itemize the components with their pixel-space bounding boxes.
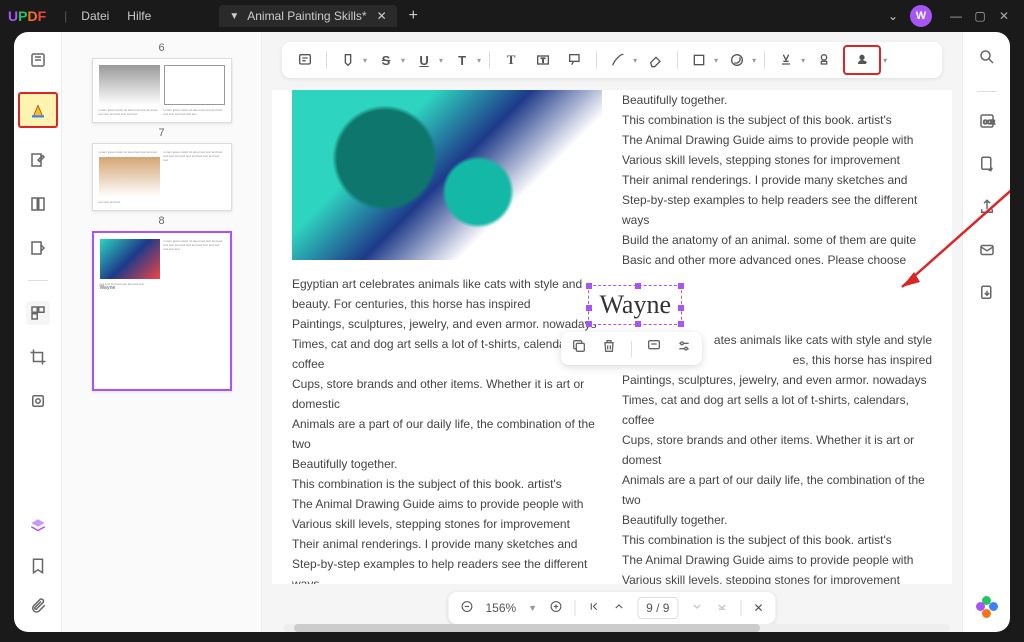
signature-box[interactable]: Wayne bbox=[588, 285, 682, 325]
stamp-tool[interactable] bbox=[773, 47, 799, 73]
zoom-in-button[interactable] bbox=[549, 600, 562, 616]
email-icon[interactable] bbox=[978, 241, 996, 264]
maximize-button[interactable]: ▢ bbox=[968, 9, 992, 23]
ocr-icon[interactable]: OCR bbox=[978, 112, 996, 135]
menu-file[interactable]: Datei bbox=[81, 9, 109, 23]
properties-button[interactable] bbox=[676, 338, 692, 359]
menu-help[interactable]: Hilfe bbox=[127, 9, 151, 23]
right-sidebar: OCR bbox=[962, 32, 1010, 632]
highlight-tool[interactable] bbox=[335, 47, 361, 73]
shape-tool[interactable] bbox=[686, 47, 712, 73]
thumb-label-8: 8 bbox=[62, 215, 261, 227]
document-tab[interactable]: ▼ Animal Painting Skills* ✕ bbox=[219, 5, 396, 27]
first-page-button[interactable] bbox=[587, 600, 600, 616]
organize-tool[interactable] bbox=[26, 192, 50, 216]
main-area: 6 Lorem ipsum dolor sit amet text text t… bbox=[14, 32, 1010, 632]
minimize-button[interactable]: — bbox=[944, 9, 968, 23]
close-icon[interactable]: ✕ bbox=[377, 9, 387, 23]
comment-tool-active[interactable] bbox=[18, 92, 58, 128]
convert-icon[interactable] bbox=[978, 155, 996, 178]
titlebar: UPDF | Datei Hilfe ▼ Animal Painting Ski… bbox=[0, 0, 1024, 32]
annotation-toolbar: ▾ S▾ U▾ T▾ T T ▾ ▾ ▾ ▾ ▾ bbox=[282, 42, 942, 78]
last-page-button[interactable] bbox=[715, 600, 728, 616]
share-icon[interactable] bbox=[978, 198, 996, 221]
comment-button[interactable] bbox=[646, 338, 662, 359]
thumb-page-7[interactable]: Lorem ipsum dolor sit amet text text tex… bbox=[92, 143, 232, 211]
edit-tool[interactable] bbox=[26, 148, 50, 172]
close-pager-button[interactable]: ✕ bbox=[753, 601, 763, 615]
thumb-label-6: 6 bbox=[62, 42, 261, 54]
stamp2-tool[interactable] bbox=[811, 47, 837, 73]
pencil-tool[interactable] bbox=[605, 47, 631, 73]
page-input[interactable]: 9 / 9 bbox=[637, 597, 678, 619]
svg-text:OCR: OCR bbox=[983, 120, 995, 126]
eraser-tool[interactable] bbox=[643, 47, 669, 73]
zoom-level[interactable]: 156% bbox=[485, 601, 516, 615]
note-tool[interactable] bbox=[292, 47, 318, 73]
thumbnails-panel[interactable] bbox=[26, 301, 50, 325]
crop-tool[interactable] bbox=[26, 345, 50, 369]
chevron-down-icon[interactable]: ⌄ bbox=[888, 9, 898, 23]
thumb-label-7: 7 bbox=[62, 127, 261, 139]
layers-icon[interactable] bbox=[26, 514, 50, 538]
pager-toolbar: 156% ▼ 9 / 9 ✕ bbox=[448, 592, 775, 624]
reader-tool[interactable] bbox=[26, 48, 50, 72]
content-area: ▾ S▾ U▾ T▾ T T ▾ ▾ ▾ ▾ ▾ Egyptian art ce… bbox=[262, 32, 962, 632]
copy-button[interactable] bbox=[571, 338, 587, 359]
sticker-tool[interactable] bbox=[724, 47, 750, 73]
bookmark-icon[interactable] bbox=[26, 554, 50, 578]
delete-button[interactable] bbox=[601, 338, 617, 359]
thumbnail-panel: 6 Lorem ipsum dolor sit amet text text t… bbox=[62, 32, 262, 632]
signature-text: Wayne bbox=[599, 290, 671, 319]
underline-tool[interactable]: U bbox=[411, 47, 437, 73]
save-icon[interactable] bbox=[978, 284, 996, 307]
squiggly-tool[interactable]: T bbox=[449, 47, 475, 73]
watermark-tool[interactable] bbox=[26, 389, 50, 413]
add-tab-button[interactable]: + bbox=[409, 7, 418, 25]
app-logo: UPDF bbox=[8, 8, 46, 24]
updf-flower-icon[interactable] bbox=[976, 596, 998, 618]
signature-tool-active[interactable] bbox=[843, 45, 881, 75]
strikethrough-tool[interactable]: S bbox=[373, 47, 399, 73]
svg-text:T: T bbox=[541, 58, 545, 65]
prev-page-button[interactable] bbox=[612, 600, 625, 616]
text-tool[interactable]: T bbox=[498, 47, 524, 73]
thumb-page-6[interactable]: Lorem ipsum dolor sit amet text text tex… bbox=[92, 58, 232, 123]
tab-dropdown-icon[interactable]: ▼ bbox=[229, 11, 239, 22]
user-avatar[interactable]: W bbox=[910, 5, 932, 27]
tab-title: Animal Painting Skills* bbox=[247, 9, 366, 23]
close-button[interactable]: ✕ bbox=[992, 9, 1016, 23]
thumb-page-8-active[interactable]: text text text text text text text text … bbox=[92, 231, 232, 391]
fill-tool[interactable] bbox=[26, 236, 50, 260]
left-sidebar bbox=[14, 32, 62, 632]
next-page-button[interactable] bbox=[690, 600, 703, 616]
textbox-tool[interactable]: T bbox=[530, 47, 556, 73]
horizontal-scrollbar[interactable] bbox=[284, 624, 950, 632]
search-icon[interactable] bbox=[978, 48, 996, 71]
attachment-icon[interactable] bbox=[26, 594, 50, 618]
signature-context-toolbar bbox=[561, 332, 702, 365]
page-image bbox=[292, 90, 602, 260]
zoom-out-button[interactable] bbox=[460, 600, 473, 616]
callout-tool[interactable] bbox=[562, 47, 588, 73]
